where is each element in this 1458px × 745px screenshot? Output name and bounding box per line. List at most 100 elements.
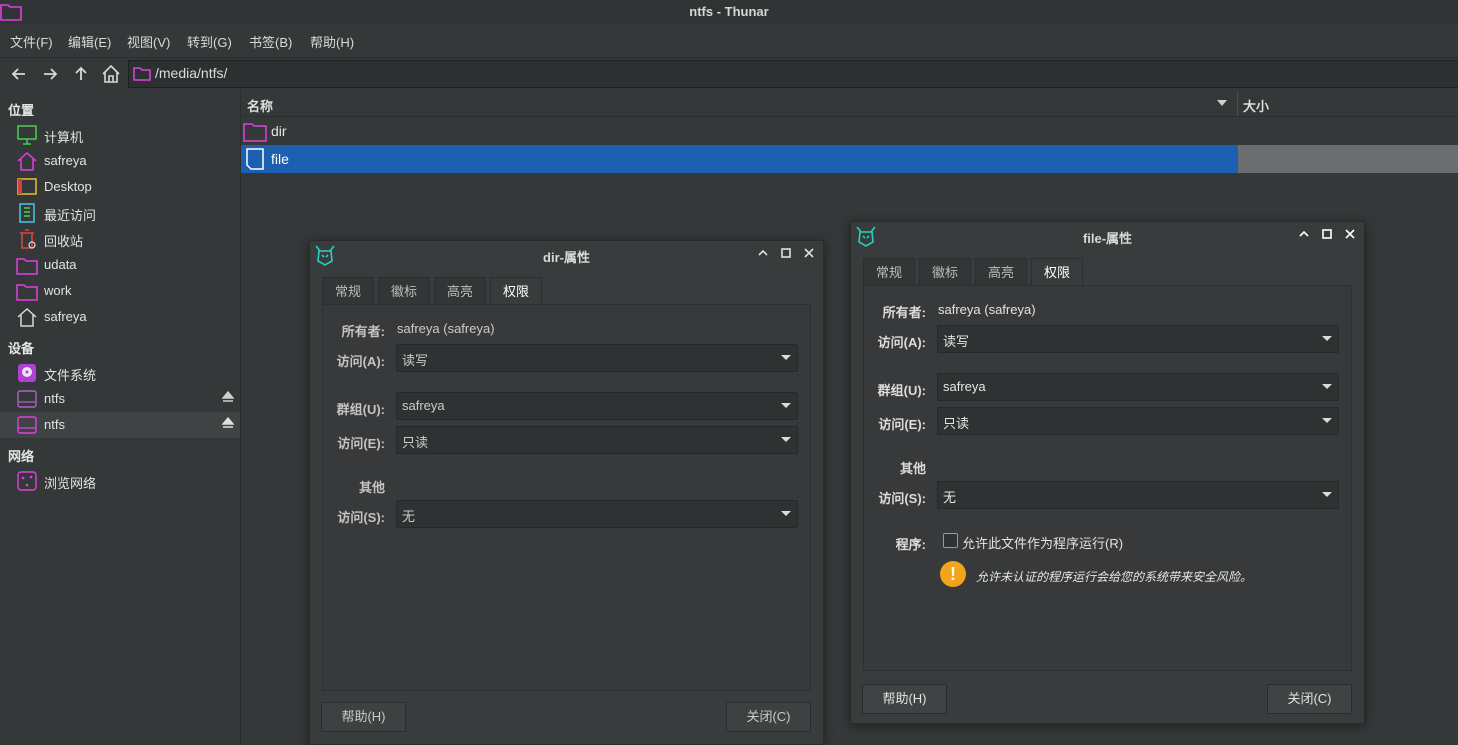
minimize-button[interactable]: [1297, 228, 1311, 242]
others-access-select[interactable]: 无: [396, 500, 798, 528]
close-button[interactable]: 关闭(C): [1267, 684, 1352, 714]
up-button[interactable]: [70, 63, 92, 85]
column-divider[interactable]: [1237, 92, 1238, 116]
trash-icon: [20, 229, 36, 249]
home-button[interactable]: [100, 63, 122, 85]
sidebar-item-label: ntfs: [44, 391, 65, 406]
owner-access-label: 访问(A):: [336, 354, 385, 369]
close-button[interactable]: 关闭(C): [726, 702, 811, 732]
close-icon: [1345, 229, 1355, 239]
sidebar-item-label: 文件系统: [44, 368, 97, 383]
tab-emblems[interactable]: 徽标: [919, 258, 971, 286]
owner-access-label: 访问(A):: [877, 335, 926, 350]
desktop-icon: [17, 178, 37, 195]
others-access-select[interactable]: 无: [937, 481, 1339, 509]
sidebar-item-recent[interactable]: 最近访问: [0, 200, 240, 226]
sidebar-item-label: udata: [44, 257, 77, 272]
menu-view[interactable]: 视图(V): [127, 32, 170, 51]
chevron-down-icon: [781, 511, 791, 516]
close-icon-button[interactable]: [802, 247, 816, 261]
program-label: 程序:: [895, 537, 926, 552]
exec-checkbox-label[interactable]: 允许此文件作为程序运行(R): [962, 533, 1123, 552]
arrow-right-icon: [44, 68, 58, 80]
sidebar-item-label: ntfs: [44, 417, 65, 432]
file-name: file: [271, 151, 289, 167]
file-row-file[interactable]: file: [241, 145, 1458, 173]
others-label: 其他: [358, 480, 385, 495]
owner-access-select[interactable]: 读写: [396, 344, 798, 372]
chevron-down-icon: [1322, 384, 1332, 389]
sidebar-item-work[interactable]: work: [0, 278, 240, 304]
drive-icon: [17, 390, 37, 408]
file-icon: [246, 148, 264, 170]
dialog-titlebar: dir-属性: [310, 241, 823, 269]
group-select[interactable]: safreya: [937, 373, 1339, 401]
group-access-select[interactable]: 只读: [396, 426, 798, 454]
menu-edit[interactable]: 编辑(E): [68, 32, 111, 51]
owner-access-select[interactable]: 读写: [937, 325, 1339, 353]
warning-icon: !: [940, 561, 966, 587]
location-path: /media/ntfs/: [155, 65, 228, 81]
menu-go[interactable]: 转到(G): [187, 32, 232, 51]
sidebar-item-udata[interactable]: udata: [0, 252, 240, 278]
menu-file[interactable]: 文件(F): [10, 32, 53, 51]
group-value: safreya: [402, 398, 445, 413]
tab-highlight[interactable]: 高亮: [975, 258, 1027, 286]
group-access-select[interactable]: 只读: [937, 407, 1339, 435]
menu-help[interactable]: 帮助(H): [310, 32, 354, 51]
square-icon: [781, 248, 791, 258]
sidebar-item-filesystem[interactable]: 文件系统: [0, 360, 240, 386]
location-bar[interactable]: /media/ntfs/: [128, 60, 1458, 88]
sidebar-item-computer[interactable]: 计算机: [0, 122, 240, 148]
window-title: ntfs - Thunar: [689, 4, 769, 19]
column-name-header[interactable]: 名称: [247, 96, 273, 115]
close-icon-button[interactable]: [1343, 228, 1357, 242]
window-titlebar: ntfs - Thunar: [0, 0, 1458, 24]
group-label: 群组(U):: [336, 402, 385, 417]
sidebar-item-ntfs-1[interactable]: ntfs: [0, 386, 240, 412]
sidebar-item-browse-network[interactable]: 浏览网络: [0, 468, 240, 494]
forward-button[interactable]: [39, 63, 61, 85]
maximize-button[interactable]: [779, 247, 793, 261]
tab-permissions[interactable]: 权限: [490, 277, 542, 305]
chevron-down-icon: [781, 403, 791, 408]
network-header: 网络: [8, 449, 35, 464]
sidebar-item-label: 最近访问: [44, 208, 97, 223]
group-select[interactable]: safreya: [396, 392, 798, 420]
tab-general[interactable]: 常规: [863, 258, 915, 286]
sidebar: 位置 计算机 safreya Desktop 最近访问 回收站 udata wo…: [0, 90, 241, 745]
sidebar-item-desktop[interactable]: Desktop: [0, 174, 240, 200]
eject-icon[interactable]: [222, 391, 234, 403]
eject-icon[interactable]: [222, 417, 234, 429]
dialog-titlebar: file-属性: [851, 222, 1364, 250]
group-access-value: 只读: [402, 435, 429, 450]
sidebar-item-home[interactable]: safreya: [0, 148, 240, 174]
back-button[interactable]: [8, 63, 30, 85]
group-value: safreya: [943, 379, 986, 394]
help-button[interactable]: 帮助(H): [862, 684, 947, 714]
close-icon: [804, 248, 814, 258]
tab-highlight[interactable]: 高亮: [434, 277, 486, 305]
file-row-dir[interactable]: dir: [241, 117, 1458, 145]
tab-emblems[interactable]: 徽标: [378, 277, 430, 305]
maximize-button[interactable]: [1320, 228, 1334, 242]
menu-bookmarks[interactable]: 书签(B): [249, 32, 292, 51]
chevron-up-icon: [1299, 230, 1309, 237]
others-access-label: 访问(S):: [337, 510, 385, 525]
sidebar-item-home-2[interactable]: safreya: [0, 304, 240, 330]
drive-icon: [17, 416, 37, 434]
home-icon: [17, 151, 37, 171]
column-size-header[interactable]: 大小: [1243, 96, 1269, 115]
group-access-value: 只读: [943, 416, 970, 431]
sidebar-item-ntfs-2[interactable]: ntfs: [0, 412, 240, 438]
tab-general[interactable]: 常规: [322, 277, 374, 305]
exec-checkbox[interactable]: [943, 533, 958, 548]
help-button[interactable]: 帮助(H): [321, 702, 406, 732]
owner-access-value: 读写: [402, 353, 429, 368]
minimize-button[interactable]: [756, 247, 770, 261]
tab-permissions[interactable]: 权限: [1031, 258, 1083, 286]
menubar: 文件(F) 编辑(E) 视图(V) 转到(G) 书签(B) 帮助(H): [0, 27, 1458, 51]
sidebar-item-trash[interactable]: 回收站: [0, 226, 240, 252]
dialog-title: dir-属性: [543, 250, 590, 265]
chevron-down-icon: [781, 437, 791, 442]
